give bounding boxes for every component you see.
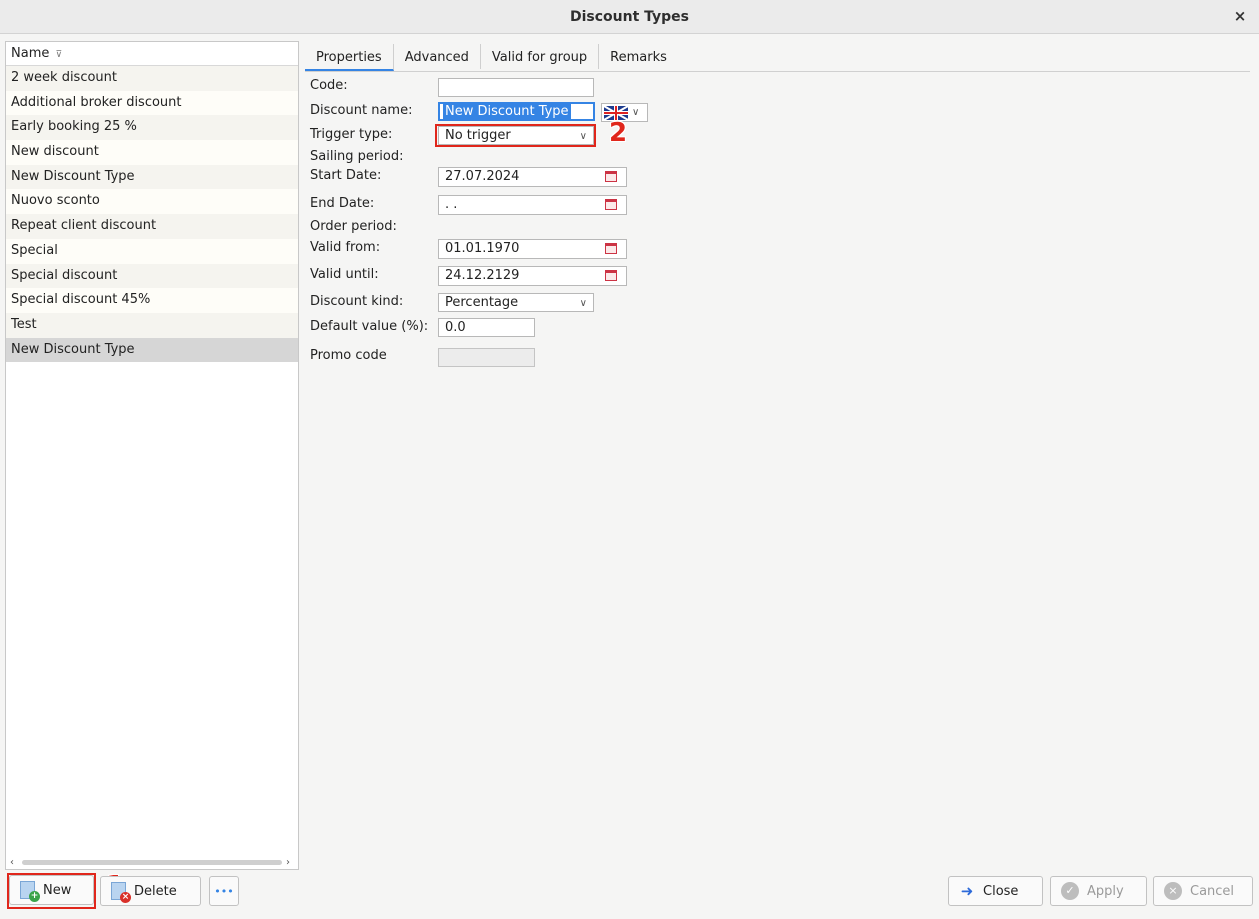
arrow-right-icon: ➜ (960, 882, 974, 900)
calendar-icon[interactable] (605, 199, 617, 210)
valid-from-label: Valid from: (310, 240, 381, 255)
chevron-down-icon: ∨ (579, 298, 587, 309)
order-period-label: Order period: (310, 219, 397, 234)
discount-name-label: Discount name: (310, 103, 413, 118)
scroll-right-icon[interactable]: › (286, 857, 294, 868)
default-value-label: Default value (%): (310, 319, 429, 334)
tab-valid-for-group[interactable]: Valid for group (481, 44, 600, 69)
list-item[interactable]: New Discount Type (6, 164, 298, 190)
discount-name-selected-text: New Discount Type (443, 104, 571, 119)
valid-until-input[interactable]: 24.12.2129 (438, 266, 627, 286)
code-label: Code: (310, 78, 348, 93)
tab-properties[interactable]: Properties (305, 44, 394, 71)
more-options-button[interactable]: ••• (209, 876, 239, 906)
list-item[interactable]: Special (6, 238, 298, 264)
close-icon[interactable]: × (1231, 7, 1249, 25)
list-item[interactable]: Nuovo sconto (6, 189, 298, 215)
calendar-icon[interactable] (605, 171, 617, 182)
cancel-button-label: Cancel (1190, 883, 1235, 899)
promo-code-input[interactable] (438, 348, 535, 367)
tab-remarks[interactable]: Remarks (599, 44, 678, 69)
apply-button-label: Apply (1087, 883, 1124, 899)
discount-name-input[interactable]: New Discount Type (438, 102, 595, 121)
code-input[interactable] (438, 78, 594, 97)
column-header-label: Name (11, 46, 50, 61)
promo-code-label: Promo code (310, 348, 387, 363)
sailing-period-label: Sailing period: (310, 149, 404, 164)
tab-advanced[interactable]: Advanced (394, 44, 481, 69)
calendar-icon[interactable] (605, 243, 617, 254)
delete-document-icon: × (111, 882, 131, 903)
list-header-name[interactable]: Name ⊽ (6, 42, 298, 66)
start-date-label: Start Date: (310, 168, 382, 183)
trigger-type-label: Trigger type: (310, 127, 393, 142)
window-titlebar: Discount Types × (0, 0, 1259, 34)
horizontal-scrollbar[interactable]: ‹ › (6, 855, 298, 869)
check-icon: ✓ (1061, 882, 1079, 900)
sort-icon: ⊽ (55, 50, 63, 60)
tab-bar: Properties Advanced Valid for group Rema… (305, 41, 1250, 72)
list-item[interactable]: Repeat client discount (6, 214, 298, 239)
annotation-highlight-2 (435, 124, 596, 147)
delete-button[interactable]: × Delete (100, 876, 201, 906)
valid-from-input[interactable]: 01.01.1970 (438, 239, 627, 259)
default-value-input[interactable]: 0.0 (438, 318, 535, 337)
list-item[interactable]: Special discount 45% (6, 288, 298, 313)
delete-button-label: Delete (134, 883, 177, 899)
end-date-input[interactable]: . . (438, 195, 627, 215)
list-item[interactable]: Test (6, 312, 298, 338)
close-button[interactable]: ➜ Close (948, 876, 1043, 906)
list-item[interactable]: Early booking 25 % (6, 115, 298, 141)
list-item[interactable]: Additional broker discount (6, 90, 298, 116)
discount-kind-select[interactable]: Percentage ∨ (438, 293, 594, 312)
end-date-label: End Date: (310, 196, 375, 211)
list-item-selected[interactable]: New Discount Type (6, 337, 298, 363)
apply-button[interactable]: ✓ Apply (1050, 876, 1147, 906)
list-item[interactable]: 2 week discount (6, 66, 298, 91)
valid-from-value: 01.01.1970 (445, 241, 520, 256)
discount-kind-label: Discount kind: (310, 294, 404, 309)
end-date-value: . . (445, 197, 458, 212)
cancel-x-icon: × (1164, 882, 1182, 900)
window-title: Discount Types (569, 8, 690, 25)
calendar-icon[interactable] (605, 270, 617, 281)
valid-until-value: 24.12.2129 (445, 268, 520, 283)
list-item[interactable]: New discount (6, 140, 298, 165)
valid-until-label: Valid until: (310, 267, 379, 282)
chevron-down-icon: ∨ (632, 107, 640, 118)
start-date-input[interactable]: 27.07.2024 (438, 167, 627, 187)
scroll-left-icon[interactable]: ‹ (10, 857, 18, 868)
discount-type-list[interactable]: Name ⊽ 2 week discount Additional broker… (5, 41, 299, 870)
list-item[interactable]: Special discount (6, 263, 298, 289)
start-date-value: 27.07.2024 (445, 169, 520, 184)
discount-kind-value: Percentage (445, 295, 519, 310)
annotation-number-2: 2 (609, 118, 628, 148)
annotation-highlight-1 (7, 873, 96, 909)
scrollbar-track[interactable] (22, 859, 282, 865)
close-button-label: Close (983, 883, 1019, 899)
cancel-button[interactable]: × Cancel (1153, 876, 1253, 906)
